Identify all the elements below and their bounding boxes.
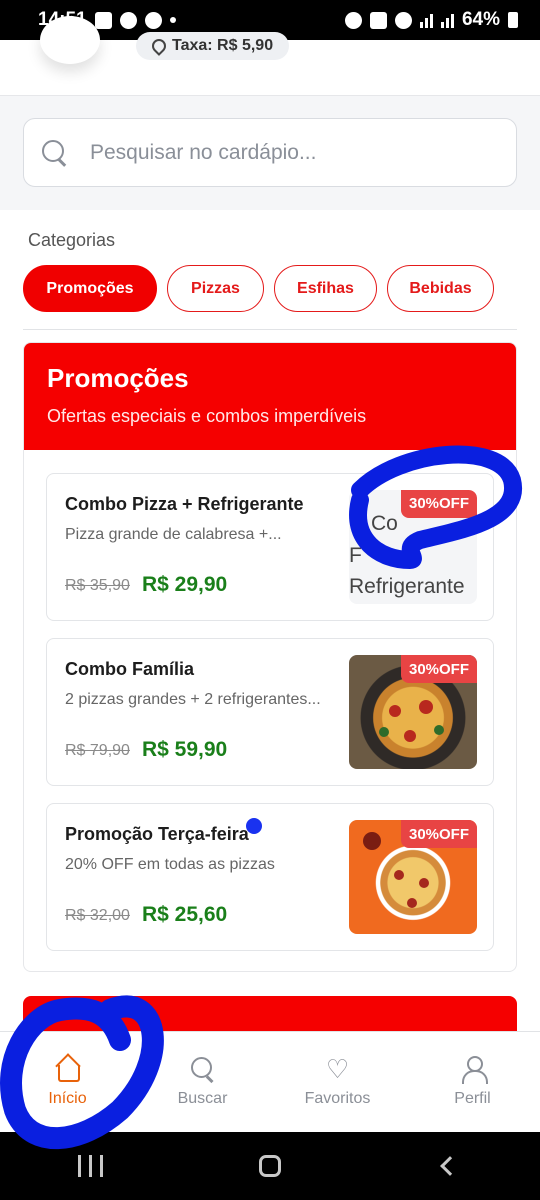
gallery-icon <box>94 11 112 29</box>
product-name: Combo Pizza + Refrigerante <box>65 494 304 514</box>
system-nav-bar <box>0 1132 540 1200</box>
product-old-price: R$ 32,00 <box>65 907 130 924</box>
search-band: Pesquisar no cardápio... <box>0 95 540 210</box>
nav-item-inicio[interactable]: Início <box>0 1032 135 1132</box>
signal-icon-2 <box>440 12 454 28</box>
store-header: Taxa: R$ 5,90 <box>0 16 540 95</box>
wifi-icon <box>394 11 412 29</box>
product-old-price: R$ 79,90 <box>65 742 130 759</box>
category-chips: Promoções Pizzas Esfihas Bebidas <box>23 265 494 312</box>
promo-subtitle: Ofertas especiais e combos imperdíveis <box>47 406 367 426</box>
nav-label: Perfil <box>454 1090 491 1107</box>
category-chip-esfihas[interactable]: Esfihas <box>274 265 377 312</box>
notification-dot-icon <box>169 17 176 23</box>
discount-badge: 30%OFF <box>400 655 477 683</box>
nav-label: Buscar <box>177 1090 228 1107</box>
store-logo <box>40 16 100 64</box>
back-chevron-icon <box>440 1156 460 1176</box>
nav-label: Início <box>48 1090 87 1107</box>
promo-header: Promoções Ofertas especiais e combos imp… <box>24 343 516 450</box>
alarm-icon <box>344 11 362 29</box>
product-name: Promoção Terça-feira <box>65 824 249 844</box>
mute-icon <box>369 11 387 29</box>
product-image-broken: Co F Refrigerante 30%OFF <box>349 490 477 604</box>
delivery-fee-pill: Taxa: R$ 5,90 <box>136 32 290 60</box>
battery-percent: 64% <box>461 9 500 30</box>
home-outline-icon <box>259 1155 281 1177</box>
home-icon <box>55 1056 81 1082</box>
bottom-nav: Início Buscar ♡ Favoritos Perfil <box>0 1031 540 1132</box>
product-card[interactable]: Combo Família 2 pizzas grandes + 2 refri… <box>46 638 494 786</box>
category-chip-pizzas[interactable]: Pizzas <box>167 265 264 312</box>
nav-item-perfil[interactable]: Perfil <box>405 1032 540 1132</box>
nav-item-favoritos[interactable]: ♡ Favoritos <box>270 1032 405 1132</box>
promo-title: Promoções <box>47 363 189 393</box>
product-card[interactable]: Combo Pizza + Refrigerante Pizza grande … <box>46 473 494 621</box>
signal-icon <box>419 12 433 28</box>
product-name: Combo Família <box>65 659 195 679</box>
product-description: 2 pizzas grandes + 2 refrigerantes... <box>65 691 321 708</box>
image-alt-line: F <box>349 543 362 567</box>
location-pin-icon <box>149 36 169 56</box>
recents-button[interactable] <box>70 1146 110 1186</box>
discount-badge: 30%OFF <box>400 490 477 518</box>
category-chip-bebidas[interactable]: Bebidas <box>387 265 494 312</box>
delivery-fee-label: Taxa: R$ 5,90 <box>172 37 274 54</box>
nav-item-buscar[interactable]: Buscar <box>135 1032 270 1132</box>
product-price: R$ 29,90 <box>142 573 228 596</box>
product-description: 20% OFF em todas as pizzas <box>65 856 275 873</box>
back-button[interactable] <box>430 1146 470 1186</box>
search-placeholder: Pesquisar no cardápio... <box>90 140 317 164</box>
categories-title: Categorias <box>28 230 116 250</box>
battery-icon <box>508 12 518 28</box>
user-icon <box>460 1056 488 1084</box>
chrome-icon <box>119 11 137 29</box>
product-price: R$ 25,60 <box>142 903 228 926</box>
home-button[interactable] <box>250 1146 290 1186</box>
discount-badge: 30%OFF <box>400 820 477 848</box>
search-icon <box>190 1056 216 1082</box>
nav-label: Favoritos <box>304 1090 371 1107</box>
product-image: 30%OFF <box>349 655 477 769</box>
product-description: Pizza grande de calabresa +... <box>65 526 282 543</box>
category-chip-promocoes[interactable]: Promoções <box>23 265 157 312</box>
product-old-price: R$ 35,90 <box>65 577 130 594</box>
product-image: 30%OFF <box>349 820 477 934</box>
product-price: R$ 59,90 <box>142 738 228 761</box>
product-card[interactable]: Promoção Terça-feira 20% OFF em todas as… <box>46 803 494 951</box>
divider <box>23 329 517 330</box>
next-section-header <box>23 996 517 1036</box>
whatsapp-icon <box>144 11 162 29</box>
image-alt-line: Refrigerante <box>349 575 465 598</box>
heart-icon: ♡ <box>325 1054 350 1084</box>
search-icon <box>42 139 68 166</box>
promo-section: Promoções Ofertas especiais e combos imp… <box>23 342 517 972</box>
search-input[interactable]: Pesquisar no cardápio... <box>23 118 517 187</box>
